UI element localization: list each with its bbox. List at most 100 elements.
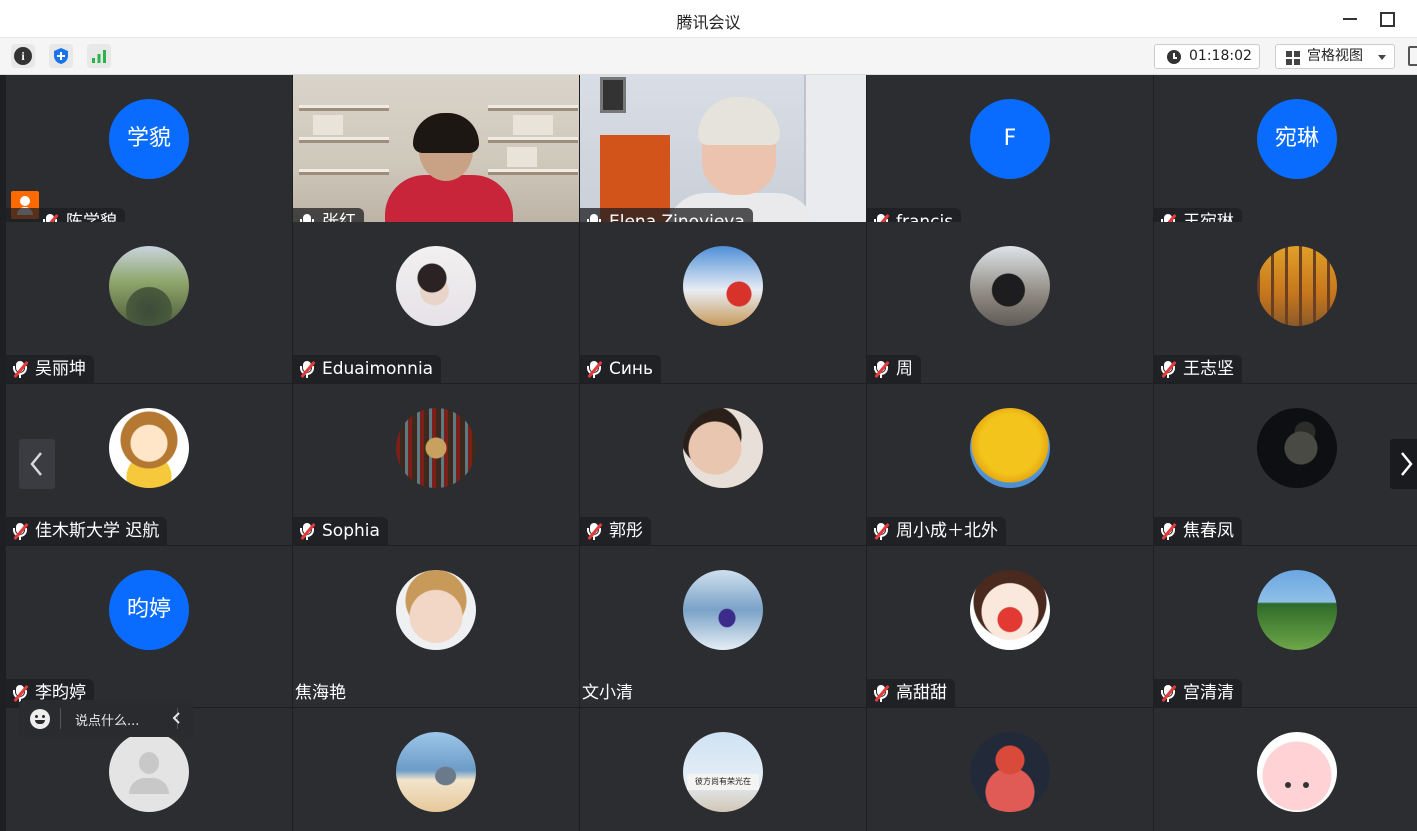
sea-photo-avatar <box>683 570 763 650</box>
chevron-right-icon <box>1401 452 1413 476</box>
participant-tile[interactable]: 宫清清 <box>1154 546 1417 707</box>
participant-tile[interactable]: 彼方尚有荣光在 <box>580 708 866 831</box>
participant-tile[interactable]: 宛琳 王宛琳 <box>1154 75 1417 236</box>
participant-name-label: Eduaimonnia <box>293 355 442 383</box>
chat-input-bar[interactable]: 说点什么... <box>19 700 193 737</box>
participant-name: 郭彤 <box>609 521 643 541</box>
kremlin-photo-avatar <box>970 732 1050 812</box>
sign-text: 彼方尚有荣光在 <box>687 774 759 790</box>
security-shield-icon[interactable] <box>49 44 73 68</box>
participant-tile[interactable]: 焦春凤 <box>1154 384 1417 545</box>
girl-photo-avatar <box>396 246 476 326</box>
mic-muted-icon <box>299 360 316 379</box>
participant-tile[interactable]: 学貌 陈学貌 <box>6 75 292 236</box>
fullscreen-icon[interactable] <box>1408 46 1417 66</box>
participant-name-label: 焦海艳 <box>293 679 354 707</box>
participant-tile[interactable]: Elena Zinovieva <box>580 75 866 236</box>
minimize-icon[interactable] <box>1340 8 1360 28</box>
view-mode-label: 宫格视图 <box>1307 48 1363 64</box>
participant-name-label: 周 <box>867 355 921 383</box>
participant-name: Eduaimonnia <box>322 359 434 379</box>
mic-muted-icon <box>586 360 603 379</box>
beach-photo-avatar <box>396 732 476 812</box>
next-page-button[interactable] <box>1390 439 1417 489</box>
participant-name: 焦春凤 <box>1183 521 1234 541</box>
participant-name-label: 吴丽坤 <box>6 355 94 383</box>
chevron-down-icon <box>1378 55 1386 60</box>
maximize-icon[interactable] <box>1376 8 1396 28</box>
participant-tile[interactable]: 郭彤 <box>580 384 866 545</box>
emoji-icon[interactable] <box>30 709 50 729</box>
meeting-timer: 01:18:02 <box>1154 44 1260 69</box>
participant-tile[interactable] <box>293 708 579 831</box>
network-signal-icon[interactable] <box>87 44 111 68</box>
participant-tile[interactable] <box>867 708 1153 831</box>
grid-view-icon <box>1286 51 1300 65</box>
participant-tile[interactable]: Синь <box>580 222 866 383</box>
participant-name: 焦海艳 <box>295 683 346 703</box>
participant-name-label: 宫清清 <box>1154 679 1242 707</box>
avatar: 学貌 <box>109 99 189 179</box>
participant-name-label: 王志坚 <box>1154 355 1242 383</box>
participant-tile[interactable]: 吴丽坤 <box>6 222 292 383</box>
baby-photo-avatar <box>396 570 476 650</box>
window-title: 腾讯会议 <box>676 13 741 32</box>
mic-muted-icon <box>586 522 603 541</box>
temple-photo-avatar <box>396 408 476 488</box>
participant-name: 吴丽坤 <box>35 359 86 379</box>
mic-muted-icon <box>1160 360 1177 379</box>
info-icon[interactable]: i <box>11 44 35 68</box>
participant-tile[interactable] <box>1154 708 1417 831</box>
participant-name: 佳木斯大学 迟航 <box>35 521 160 541</box>
participant-name: 宫清清 <box>1183 683 1234 703</box>
default-user-icon <box>109 732 189 812</box>
sign-photo-avatar: 彼方尚有荣光在 <box>683 732 763 812</box>
mic-muted-icon <box>12 360 29 379</box>
participant-name: 周小成＋北外 <box>896 521 998 541</box>
participant-name: Sophia <box>322 521 380 541</box>
participant-tile[interactable]: F francis <box>867 75 1153 236</box>
participant-name-label: 周小成＋北外 <box>867 517 1006 545</box>
mic-muted-icon <box>1160 684 1177 703</box>
participant-grid: 学貌 陈学貌 张红 <box>0 75 1417 831</box>
field-photo-avatar <box>1257 570 1337 650</box>
street-photo-avatar <box>970 246 1050 326</box>
participant-name-label: 佳木斯大学 迟航 <box>6 517 168 545</box>
lake-photo-avatar <box>109 246 189 326</box>
mic-muted-icon <box>873 522 890 541</box>
participant-name-label: 焦春凤 <box>1154 517 1242 545</box>
title-bar: 腾讯会议 <box>0 0 1417 38</box>
participant-name: Синь <box>609 359 654 379</box>
chevron-left-icon[interactable] <box>169 710 185 726</box>
participant-tile[interactable]: 王志坚 <box>1154 222 1417 383</box>
mic-muted-icon <box>299 522 316 541</box>
pink-cartoon-photo-avatar <box>1257 732 1337 812</box>
clock-icon <box>1167 50 1181 64</box>
participant-name-label: Синь <box>580 355 662 383</box>
previous-page-button[interactable] <box>19 439 55 489</box>
mic-muted-icon <box>873 360 890 379</box>
sky-photo-avatar <box>683 246 763 326</box>
child-photo-avatar <box>683 408 763 488</box>
chat-input[interactable]: 说点什么... <box>75 710 139 729</box>
participant-tile[interactable]: 周 <box>867 222 1153 383</box>
participant-name: 文小清 <box>582 683 633 703</box>
participant-name-label: 文小清 <box>580 679 641 707</box>
divider <box>60 708 61 729</box>
participant-tile[interactable]: 周小成＋北外 <box>867 384 1153 545</box>
view-mode-dropdown[interactable]: 宫格视图 <box>1275 44 1395 69</box>
participant-tile[interactable]: 张红 <box>293 75 579 236</box>
night-photo-avatar <box>1257 408 1337 488</box>
avatar: 宛琳 <box>1257 99 1337 179</box>
participant-tile[interactable]: 昀婷 李昀婷 <box>6 546 292 707</box>
participant-tile[interactable]: 文小清 <box>580 546 866 707</box>
meeting-toolbar: i 01:18:02 宫格视图 <box>0 38 1417 75</box>
participant-tile[interactable]: Eduaimonnia <box>293 222 579 383</box>
mic-muted-icon <box>873 684 890 703</box>
cartoon-photo-avatar <box>109 408 189 488</box>
participant-tile[interactable]: 高甜甜 <box>867 546 1153 707</box>
mic-muted-icon <box>1160 522 1177 541</box>
participant-name: 周 <box>896 359 913 379</box>
participant-tile[interactable]: 焦海艳 <box>293 546 579 707</box>
participant-tile[interactable]: Sophia <box>293 384 579 545</box>
